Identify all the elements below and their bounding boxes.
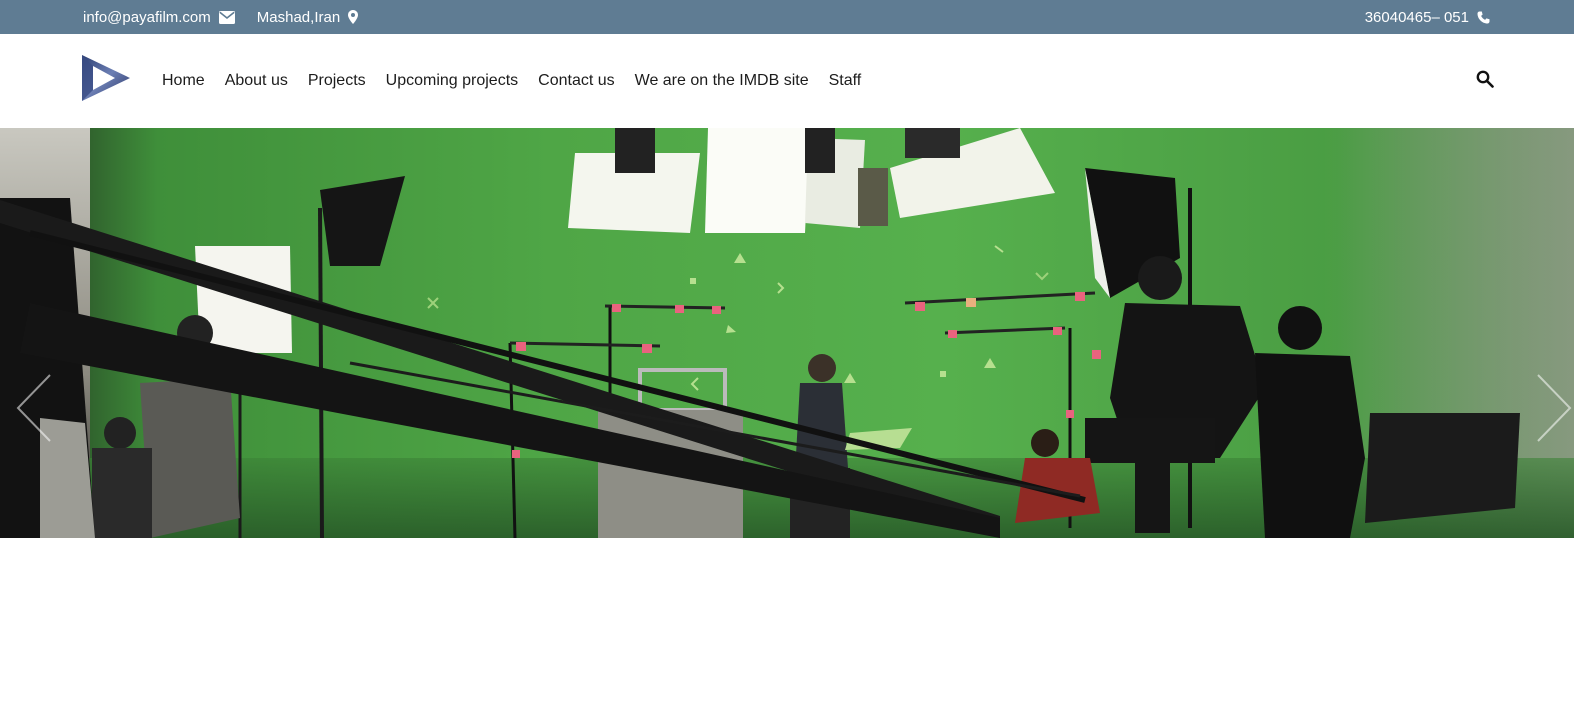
nav-staff[interactable]: Staff [829,72,862,90]
nav-home[interactable]: Home [162,72,205,90]
email-link[interactable]: info@payafilm.com [83,9,211,26]
nav-projects[interactable]: Projects [308,72,366,90]
hero-slider [0,128,1574,538]
map-marker-icon [348,10,359,24]
play-triangle-logo[interactable] [78,51,134,105]
envelope-icon [218,10,235,24]
site-header: Home About us Projects Upcoming projects… [0,34,1574,128]
page-content-area [0,538,1574,716]
chevron-right-icon[interactable] [1534,373,1574,443]
top-bar-contact-left: info@payafilm.com Mashad,Iran [83,0,359,34]
top-bar-contact-right: 36040465– 051 [1365,0,1490,34]
nav-upcoming-projects[interactable]: Upcoming projects [386,72,519,90]
location-text: Mashad,Iran [256,8,341,26]
phone-icon [1477,11,1490,24]
nav-contact-us[interactable]: Contact us [538,72,614,90]
phone-link[interactable]: 36040465– 051 [1365,9,1469,26]
search-icon[interactable] [1476,70,1494,88]
nav-about-us[interactable]: About us [225,72,288,90]
chevron-left-icon[interactable] [14,373,54,443]
film-studio-green-screen-photo [0,128,1520,538]
top-bar: info@payafilm.com Mashad,Iran 36040465– … [0,0,1574,34]
main-nav: Home About us Projects Upcoming projects… [162,34,861,128]
nav-imdb-site[interactable]: We are on the IMDB site [635,72,809,90]
